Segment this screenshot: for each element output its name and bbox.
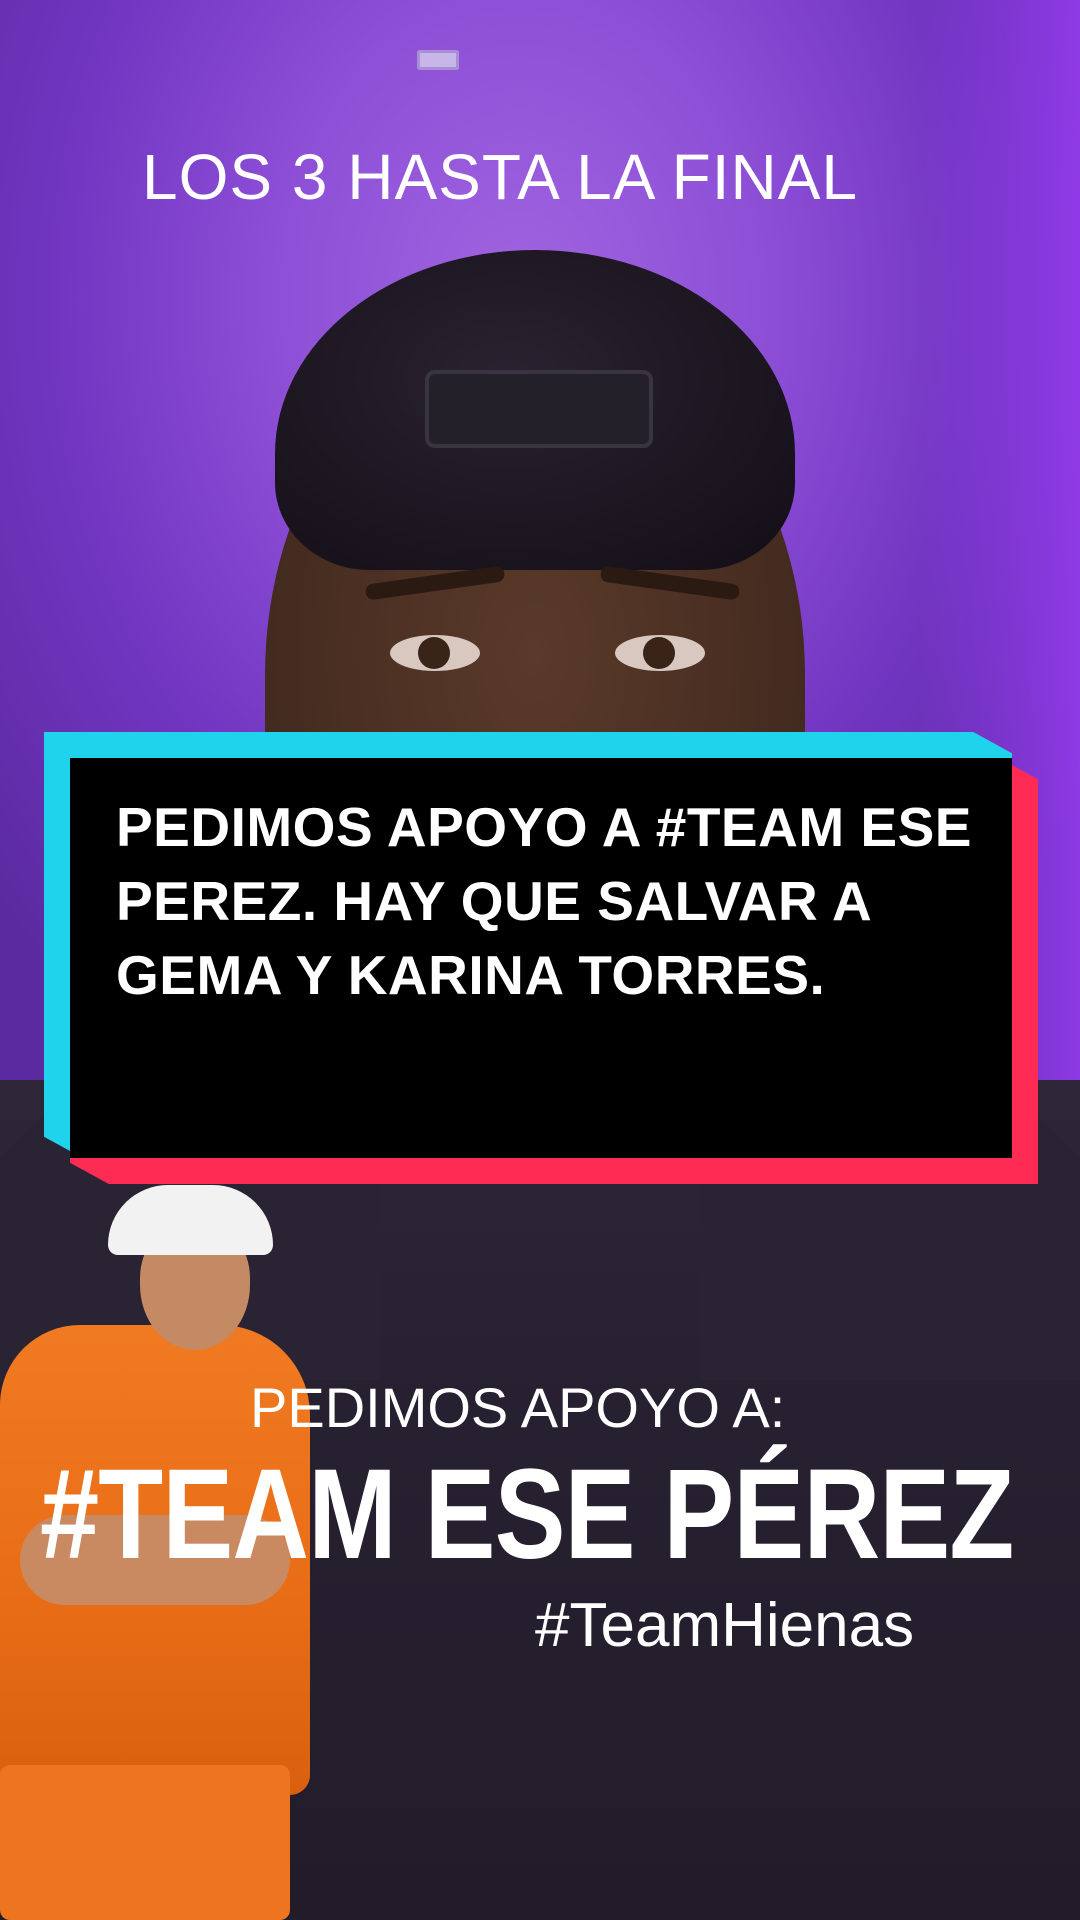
cap-strap xyxy=(425,370,653,448)
promo-line-big: #TEAM ESE PÉREZ xyxy=(40,1443,1014,1586)
message-card-text: PEDIMOS APOYO A #TEAM ESE PEREZ. HAY QUE… xyxy=(116,796,972,1006)
promo-line-small: PEDIMOS APOYO A: xyxy=(250,1376,786,1439)
white-cap xyxy=(108,1185,273,1255)
orange-shorts xyxy=(0,1765,290,1920)
presenter-eye-right xyxy=(615,635,705,671)
wall-outlet-icon xyxy=(417,50,459,70)
message-card: PEDIMOS APOYO A #TEAM ESE PEREZ. HAY QUE… xyxy=(44,732,1038,1184)
top-caption: LOS 3 HASTA LA FINAL xyxy=(142,141,858,213)
presenter-eye-left xyxy=(390,635,480,671)
promo-hashtag: #TeamHienas xyxy=(535,1591,915,1660)
video-frame[interactable]: LOS 3 HASTA LA FINAL PEDIMOS APOYO A #TE… xyxy=(0,0,1080,1920)
